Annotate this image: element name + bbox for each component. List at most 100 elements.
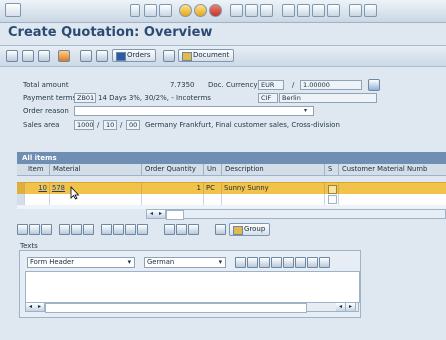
item-conditions-icon[interactable] xyxy=(29,224,40,235)
exit-icon[interactable] xyxy=(194,4,207,17)
group-icon xyxy=(233,226,243,235)
cell-empty[interactable] xyxy=(204,194,222,205)
first-text-icon[interactable] xyxy=(271,257,282,268)
cell-empty[interactable] xyxy=(50,194,142,205)
cell-empty[interactable] xyxy=(25,194,50,205)
insert-row-icon[interactable] xyxy=(101,224,112,235)
col-unit[interactable]: Un xyxy=(204,164,222,175)
shortcut-icon[interactable] xyxy=(364,4,377,17)
create-session-icon[interactable] xyxy=(349,4,362,17)
document-button[interactable]: Document xyxy=(178,49,235,62)
status-checkbox-icon[interactable] xyxy=(328,185,337,194)
col-status[interactable]: S xyxy=(325,164,339,175)
cell-status[interactable] xyxy=(325,194,339,205)
calendar-icon[interactable] xyxy=(163,50,175,62)
next-page-icon[interactable] xyxy=(312,4,325,17)
pricing-icon[interactable] xyxy=(215,224,226,235)
page-title: Create Quotation: Overview xyxy=(8,25,213,40)
enter-check-icon[interactable] xyxy=(5,3,21,17)
item-schedule-icon[interactable] xyxy=(41,224,52,235)
previous-text-icon[interactable] xyxy=(283,257,294,268)
order-reason-label: Order reason xyxy=(23,107,69,115)
items-tab-header[interactable]: All items xyxy=(17,152,446,164)
scroll-left-icon[interactable]: ◂ xyxy=(336,303,346,311)
order-reason-dropdown-icon[interactable]: ▾ xyxy=(304,107,307,114)
find-icon[interactable] xyxy=(245,4,258,17)
sales-area-sep-2: / xyxy=(120,121,123,129)
back-icon[interactable] xyxy=(179,4,192,17)
scroll-right-icon[interactable]: ▸ xyxy=(35,303,45,311)
items-column-headers: Item Material Order Quantity Un Descript… xyxy=(17,164,446,176)
text-detail-icon[interactable] xyxy=(235,257,246,268)
layout-icon[interactable] xyxy=(188,224,199,235)
deselect-all-icon[interactable] xyxy=(71,224,82,235)
order-reason-field[interactable] xyxy=(74,106,314,116)
incoterms-place-field[interactable]: Berlin xyxy=(279,93,377,103)
save-icon[interactable] xyxy=(159,4,172,17)
language-select[interactable]: German ▾ xyxy=(144,257,226,268)
last-page-icon[interactable] xyxy=(327,4,340,17)
back-arrow-icon[interactable] xyxy=(144,4,157,17)
scroll-right-icon[interactable]: ▸ xyxy=(346,303,356,311)
sort-desc-icon[interactable] xyxy=(137,224,148,235)
next-text-icon[interactable] xyxy=(295,257,306,268)
partner-icon[interactable] xyxy=(58,50,70,62)
sales-area-label: Sales area xyxy=(23,121,60,129)
previous-page-icon[interactable] xyxy=(297,4,310,17)
change-icon[interactable] xyxy=(22,50,34,62)
text-overview-icon[interactable] xyxy=(319,257,330,268)
sales-org-field[interactable]: 1000 xyxy=(74,120,94,130)
exchange-rate-field[interactable]: 1.00000 xyxy=(300,80,362,90)
cancel-icon[interactable] xyxy=(209,4,222,17)
text-delete-icon[interactable] xyxy=(247,257,258,268)
dist-channel-field[interactable]: 10 xyxy=(103,120,117,130)
command-field-dropdown-icon[interactable] xyxy=(130,4,140,17)
text-edit-icon[interactable] xyxy=(259,257,270,268)
row-selector[interactable] xyxy=(17,194,25,205)
scroll-thumb[interactable] xyxy=(45,303,307,313)
payment-terms-label: Payment terms xyxy=(23,94,77,102)
text-horizontal-scrollbar[interactable]: ◂ ▸ ◂ ▸ xyxy=(25,302,359,313)
col-customer-material[interactable]: Customer Material Numb xyxy=(339,164,446,175)
scroll-right-icon[interactable]: ▸ xyxy=(156,210,166,218)
incoterms-code-field[interactable]: CIF xyxy=(258,93,278,103)
currency-field[interactable]: EUR xyxy=(258,80,284,90)
sum-icon[interactable] xyxy=(176,224,187,235)
cell-empty[interactable] xyxy=(142,194,204,205)
select-block-icon[interactable] xyxy=(83,224,94,235)
display-icon[interactable] xyxy=(6,50,18,62)
col-material[interactable]: Material xyxy=(50,164,142,175)
incoterms-label: Incoterms xyxy=(176,94,211,102)
first-page-icon[interactable] xyxy=(282,4,295,17)
filter-icon[interactable] xyxy=(164,224,175,235)
col-description[interactable]: Description xyxy=(222,164,325,175)
total-amount-label: Total amount xyxy=(23,81,69,89)
delete-row-icon[interactable] xyxy=(113,224,124,235)
text-type-select[interactable]: Form Header ▾ xyxy=(27,257,135,268)
last-text-icon[interactable] xyxy=(307,257,318,268)
exchange-rate-detail-icon[interactable] xyxy=(368,79,380,91)
text-editor-area[interactable] xyxy=(25,271,360,303)
mouse-pointer-icon xyxy=(70,186,80,200)
col-item[interactable]: Item xyxy=(25,164,50,175)
status-icon[interactable] xyxy=(96,50,108,62)
payment-terms-code-field[interactable]: ZB01 xyxy=(74,93,96,103)
doc-flow-icon[interactable] xyxy=(80,50,92,62)
orders-button[interactable]: Orders xyxy=(112,49,156,62)
table-horizontal-scrollbar[interactable]: ◂ ▸ xyxy=(146,209,446,220)
item-detail-icon[interactable] xyxy=(17,224,28,235)
find-next-icon[interactable] xyxy=(260,4,273,17)
print-icon[interactable] xyxy=(230,4,243,17)
select-all-icon[interactable] xyxy=(59,224,70,235)
item-toolbar: Group xyxy=(17,221,446,237)
sort-icon[interactable] xyxy=(125,224,136,235)
scroll-thumb[interactable] xyxy=(166,210,184,220)
header-icon[interactable] xyxy=(38,50,50,62)
division-field[interactable]: 00 xyxy=(126,120,140,130)
col-order-quantity[interactable]: Order Quantity xyxy=(142,164,204,175)
status-checkbox-icon[interactable] xyxy=(328,195,337,204)
sales-area-sep-1: / xyxy=(97,121,100,129)
group-button[interactable]: Group xyxy=(229,223,271,236)
cell-empty[interactable] xyxy=(222,194,325,205)
chevron-down-icon: ▾ xyxy=(127,258,131,266)
